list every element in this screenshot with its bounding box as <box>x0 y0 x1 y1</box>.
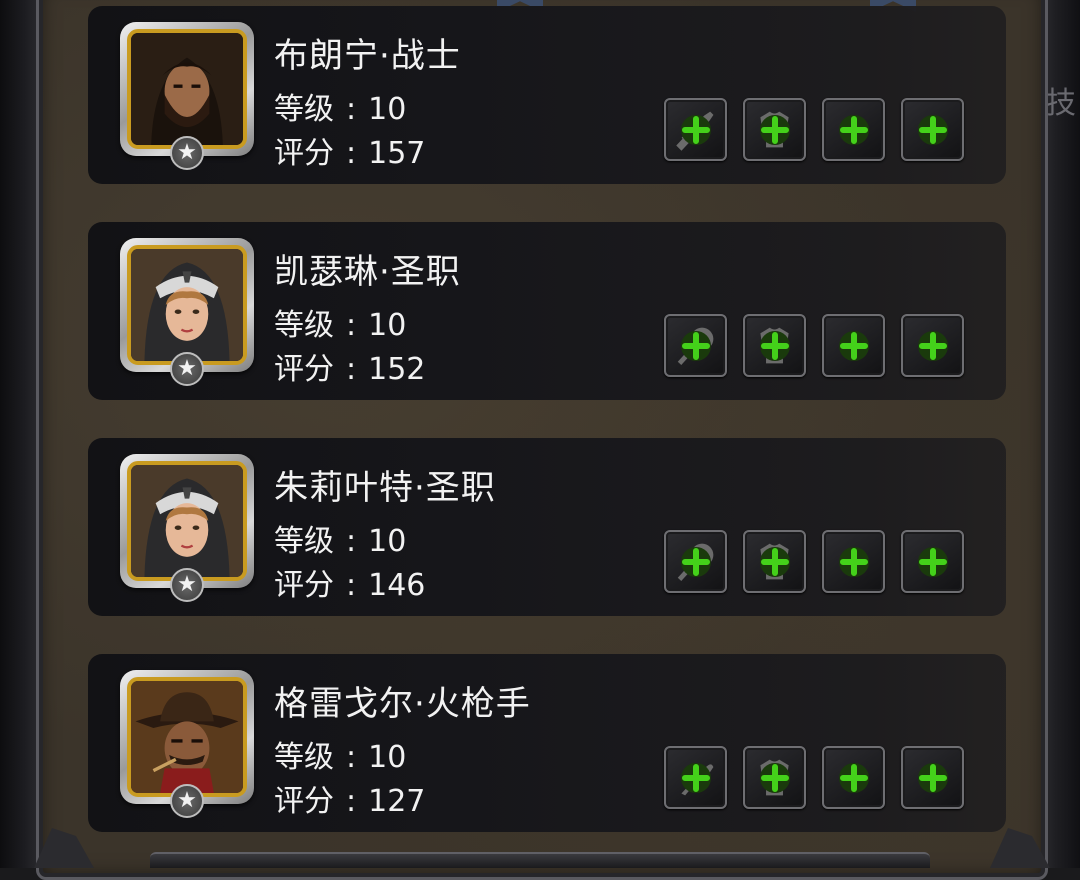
score-label: 评分 <box>274 352 334 387</box>
hero-score: 评分:127 <box>274 776 425 820</box>
star-rank-icon: ★ <box>170 136 204 170</box>
hero-name: 布朗宁·战士 <box>274 36 461 76</box>
score-value: 157 <box>368 136 426 171</box>
equip-slot-accessory-1[interactable] <box>822 98 885 161</box>
score-label: 评分 <box>274 784 334 819</box>
score-value: 146 <box>368 568 426 603</box>
add-plus-icon <box>680 330 711 361</box>
level-label: 等级 <box>274 524 334 559</box>
hero-name: 凯瑟琳·圣职 <box>274 252 461 292</box>
left-background-panel <box>0 0 40 868</box>
add-plus-icon <box>917 762 948 793</box>
equip-slot-accessory-2[interactable] <box>901 314 964 377</box>
partial-label-text: 技 <box>1046 86 1076 121</box>
hero-name: 格雷戈尔·火枪手 <box>274 684 531 724</box>
add-plus-icon <box>680 762 711 793</box>
add-plus-icon <box>838 762 869 793</box>
equip-slot-armor[interactable] <box>743 530 806 593</box>
level-label: 等级 <box>274 740 334 775</box>
frame-bottom-bar <box>150 852 930 868</box>
star-rank-icon: ★ <box>170 352 204 386</box>
add-plus-icon <box>917 546 948 577</box>
hero-name: 朱莉叶特·圣职 <box>274 468 496 508</box>
hero-card-gregor[interactable]: ★ 格雷戈尔·火枪手 等级:10 评分:127 <box>88 654 1006 832</box>
equip-slot-armor[interactable] <box>743 314 806 377</box>
add-plus-icon <box>838 114 869 145</box>
hero-score: 评分:157 <box>274 128 425 172</box>
add-plus-icon <box>680 546 711 577</box>
equip-slot-accessory-1[interactable] <box>822 530 885 593</box>
add-plus-icon <box>759 546 790 577</box>
level-label: 等级 <box>274 308 334 343</box>
add-plus-icon <box>838 546 869 577</box>
hero-card-juliette[interactable]: ★ 朱莉叶特·圣职 等级:10 评分:146 <box>88 438 1006 616</box>
level-value: 10 <box>368 308 407 343</box>
equipment-slots <box>664 98 964 161</box>
star-rank-icon: ★ <box>170 784 204 818</box>
hero-card-browning[interactable]: ★ 布朗宁·战士 等级:10 评分:157 <box>88 6 1006 184</box>
equipment-slots <box>664 530 964 593</box>
add-plus-icon <box>917 114 948 145</box>
hero-score: 评分:146 <box>274 560 425 604</box>
level-value: 10 <box>368 524 407 559</box>
hero-level: 等级:10 <box>274 300 406 344</box>
equip-slot-weapon[interactable] <box>664 530 727 593</box>
equip-slot-accessory-2[interactable] <box>901 98 964 161</box>
equip-slot-armor[interactable] <box>743 98 806 161</box>
hero-portrait[interactable]: ★ <box>120 670 254 818</box>
equip-slot-armor[interactable] <box>743 746 806 809</box>
star-rank-icon: ★ <box>170 568 204 602</box>
add-plus-icon <box>917 330 948 361</box>
hooded-priestess-portrait-icon <box>131 249 243 361</box>
equipment-slots <box>664 314 964 377</box>
score-label: 评分 <box>274 568 334 603</box>
hero-level: 等级:10 <box>274 516 406 560</box>
equip-slot-weapon[interactable] <box>664 98 727 161</box>
hooded-priestess-portrait-icon <box>131 465 243 577</box>
level-value: 10 <box>368 92 407 127</box>
equip-slot-weapon[interactable] <box>664 314 727 377</box>
hero-level: 等级:10 <box>274 732 406 776</box>
add-plus-icon <box>838 330 869 361</box>
bearded-warrior-portrait-icon <box>131 33 243 145</box>
hero-score: 评分:152 <box>274 344 425 388</box>
equip-slot-accessory-2[interactable] <box>901 530 964 593</box>
level-label: 等级 <box>274 92 334 127</box>
hero-portrait[interactable]: ★ <box>120 454 254 602</box>
level-value: 10 <box>368 740 407 775</box>
equip-slot-accessory-1[interactable] <box>822 746 885 809</box>
musketeer-hat-portrait-icon <box>131 681 243 793</box>
equipment-slots <box>664 746 964 809</box>
equip-slot-accessory-1[interactable] <box>822 314 885 377</box>
score-value: 127 <box>368 784 426 819</box>
score-label: 评分 <box>274 136 334 171</box>
equip-slot-accessory-2[interactable] <box>901 746 964 809</box>
add-plus-icon <box>759 114 790 145</box>
equip-slot-weapon[interactable] <box>664 746 727 809</box>
hero-portrait[interactable]: ★ <box>120 238 254 386</box>
hero-level: 等级:10 <box>274 84 406 128</box>
score-value: 152 <box>368 352 426 387</box>
add-plus-icon <box>680 114 711 145</box>
hero-card-catherine[interactable]: ★ 凯瑟琳·圣职 等级:10 评分:152 <box>88 222 1006 400</box>
add-plus-icon <box>759 330 790 361</box>
hero-portrait[interactable]: ★ <box>120 22 254 170</box>
add-plus-icon <box>759 762 790 793</box>
